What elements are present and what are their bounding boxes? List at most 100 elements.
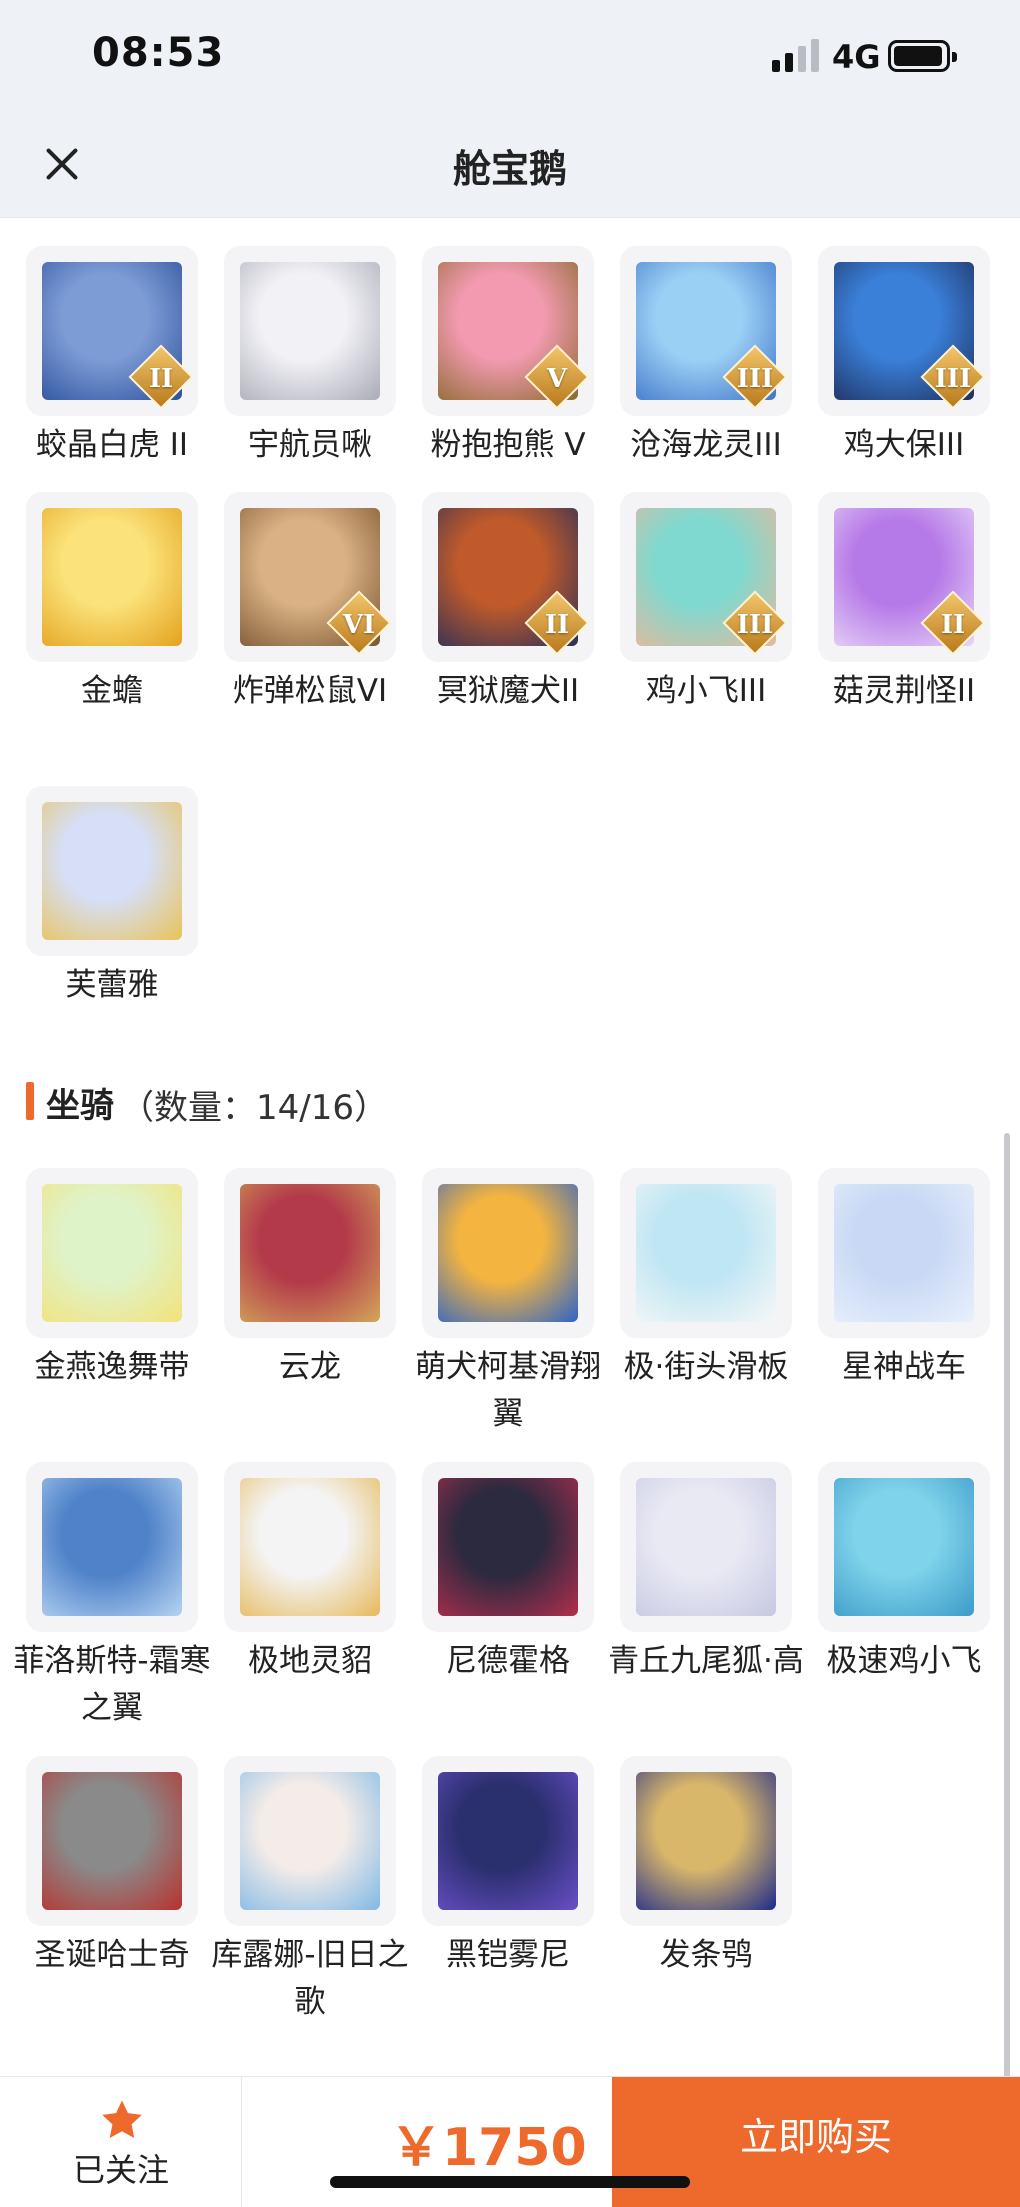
rank-badge-text: II xyxy=(544,610,570,640)
item-thumbnail xyxy=(620,1756,792,1926)
mount-item[interactable]: 极·街头滑板 xyxy=(620,1168,792,1391)
pet-item[interactable]: III 鸡大保III xyxy=(818,246,990,469)
pet-item[interactable]: II 菇灵荆怪II xyxy=(818,492,990,715)
item-thumbnail xyxy=(422,1168,594,1338)
item-thumbnail xyxy=(224,1756,396,1926)
item-thumbnail xyxy=(26,786,198,956)
item-thumbnail xyxy=(26,492,198,662)
item-name: 萌犬柯基滑翔翼 xyxy=(415,1349,601,1432)
item-name: 菇灵荆怪II xyxy=(832,673,976,709)
street-skateboard-icon xyxy=(636,1184,776,1322)
item-thumbnail xyxy=(620,1462,792,1632)
mount-item[interactable]: 星神战车 xyxy=(818,1168,990,1391)
speed-chick-icon xyxy=(834,1478,974,1616)
polar-marten-icon xyxy=(240,1478,380,1616)
mount-item[interactable]: 发条鸮 xyxy=(620,1756,792,1979)
rank-badge-text: II xyxy=(148,364,174,394)
mount-item[interactable]: 云龙 xyxy=(224,1168,396,1391)
item-thumbnail xyxy=(818,1462,990,1632)
star-chariot-icon xyxy=(834,1184,974,1322)
pet-item[interactable]: II 冥狱魔犬II xyxy=(422,492,594,715)
item-name: 云龙 xyxy=(279,1349,341,1385)
signal-icon xyxy=(772,38,820,72)
pet-item[interactable]: V 粉抱抱熊 V xyxy=(422,246,594,469)
item-thumbnail xyxy=(422,1462,594,1632)
item-thumbnail: II xyxy=(422,492,594,662)
item-name: 圣诞哈士奇 xyxy=(34,1937,190,1973)
golden-swallow-ribbon-icon xyxy=(42,1184,182,1322)
pet-item[interactable]: 芙蕾雅 xyxy=(26,786,198,1009)
item-name: 宇航员啾 xyxy=(248,427,372,463)
item-name: 尼德霍格 xyxy=(446,1643,570,1679)
home-indicator xyxy=(330,2176,690,2188)
pet-item[interactable]: III 沧海龙灵III xyxy=(620,246,792,469)
rank-badge-text: V xyxy=(546,364,568,394)
rank-badge-text: III xyxy=(934,364,972,394)
frost-wing-icon xyxy=(42,1478,182,1616)
follow-label: 已关注 xyxy=(72,2151,169,2189)
item-name: 黑铠雾尼 xyxy=(446,1937,570,1973)
item-name: 极速鸡小飞 xyxy=(826,1643,982,1679)
scrollbar[interactable] xyxy=(1004,1133,1010,2076)
mount-item[interactable]: 极地灵貂 xyxy=(224,1462,396,1685)
astronaut-bird-icon xyxy=(240,262,380,400)
item-thumbnail: III xyxy=(620,492,792,662)
rank-badge-text: VI xyxy=(342,610,376,640)
kuluna-song-icon xyxy=(240,1772,380,1910)
nidhogg-icon xyxy=(438,1478,578,1616)
status-bar: 08:53 4G xyxy=(0,0,1020,110)
rank-badge-text: III xyxy=(736,364,774,394)
item-name: 极地灵貂 xyxy=(248,1643,372,1679)
item-thumbnail xyxy=(224,1462,396,1632)
item-thumbnail: V xyxy=(422,246,594,416)
page-title: 舱宝鹅 xyxy=(452,147,567,191)
mount-item[interactable]: 库露娜-旧日之歌 xyxy=(211,1756,409,2026)
item-name: 鸡大保III xyxy=(843,427,965,463)
network-label: 4G xyxy=(832,38,881,76)
golden-toad-icon xyxy=(42,508,182,646)
pet-item[interactable]: II 蛟晶白虎 II xyxy=(26,246,198,469)
item-name: 炸弹松鼠VI xyxy=(232,673,388,709)
mount-item[interactable]: 金燕逸舞带 xyxy=(26,1168,198,1391)
item-thumbnail xyxy=(26,1756,198,1926)
star-icon xyxy=(102,2100,142,2139)
mount-item[interactable]: 萌犬柯基滑翔翼 xyxy=(415,1168,601,1438)
battery-icon xyxy=(888,40,957,72)
price: ￥1750 xyxy=(390,2118,587,2178)
item-name: 菲洛斯特-霜寒之翼 xyxy=(13,1643,211,1726)
freya-icon xyxy=(42,802,182,940)
rank-badge-text: III xyxy=(736,610,774,640)
item-name: 鸡小飞III xyxy=(645,673,767,709)
christmas-husky-icon xyxy=(42,1772,182,1910)
item-name: 星神战车 xyxy=(842,1349,966,1385)
mount-item[interactable]: 极速鸡小飞 xyxy=(818,1462,990,1685)
pet-item[interactable]: 金蟾 xyxy=(26,492,198,715)
mount-item[interactable]: 尼德霍格 xyxy=(422,1462,594,1685)
section-count: （数量：14/16） xyxy=(120,1088,388,1128)
cloud-dragon-icon xyxy=(240,1184,380,1322)
mount-item[interactable]: 菲洛斯特-霜寒之翼 xyxy=(13,1462,211,1732)
nine-tail-fox-icon xyxy=(636,1478,776,1616)
item-name: 冥狱魔犬II xyxy=(436,673,580,709)
clockwork-owl-icon xyxy=(636,1772,776,1910)
item-thumbnail: III xyxy=(620,246,792,416)
item-thumbnail xyxy=(620,1168,792,1338)
mount-item[interactable]: 圣诞哈士奇 xyxy=(26,1756,198,1979)
item-name: 粉抱抱熊 V xyxy=(430,427,586,463)
pet-item[interactable]: VI 炸弹松鼠VI xyxy=(224,492,396,715)
item-thumbnail xyxy=(224,1168,396,1338)
mount-item[interactable]: 黑铠雾尼 xyxy=(422,1756,594,1979)
follow-button[interactable]: 已关注 xyxy=(0,2077,242,2207)
rank-badge-text: II xyxy=(940,610,966,640)
content-scroll[interactable]: II 蛟晶白虎 II 宇航员啾 V 粉抱抱熊 V III 沧海龙灵III III 鸡大保III 金… xyxy=(0,218,1020,2076)
item-name: 库露娜-旧日之歌 xyxy=(211,1937,409,2020)
item-name: 蛟晶白虎 II xyxy=(35,427,189,463)
section-title: 坐骑 xyxy=(46,1086,114,1126)
item-thumbnail: II xyxy=(26,246,198,416)
item-name: 沧海龙灵III xyxy=(630,427,782,463)
pet-item[interactable]: III 鸡小飞III xyxy=(620,492,792,715)
item-thumbnail: II xyxy=(818,492,990,662)
mount-item[interactable]: 青丘九尾狐·高 xyxy=(608,1462,804,1685)
item-name: 金燕逸舞带 xyxy=(34,1349,190,1385)
pet-item[interactable]: 宇航员啾 xyxy=(224,246,396,469)
